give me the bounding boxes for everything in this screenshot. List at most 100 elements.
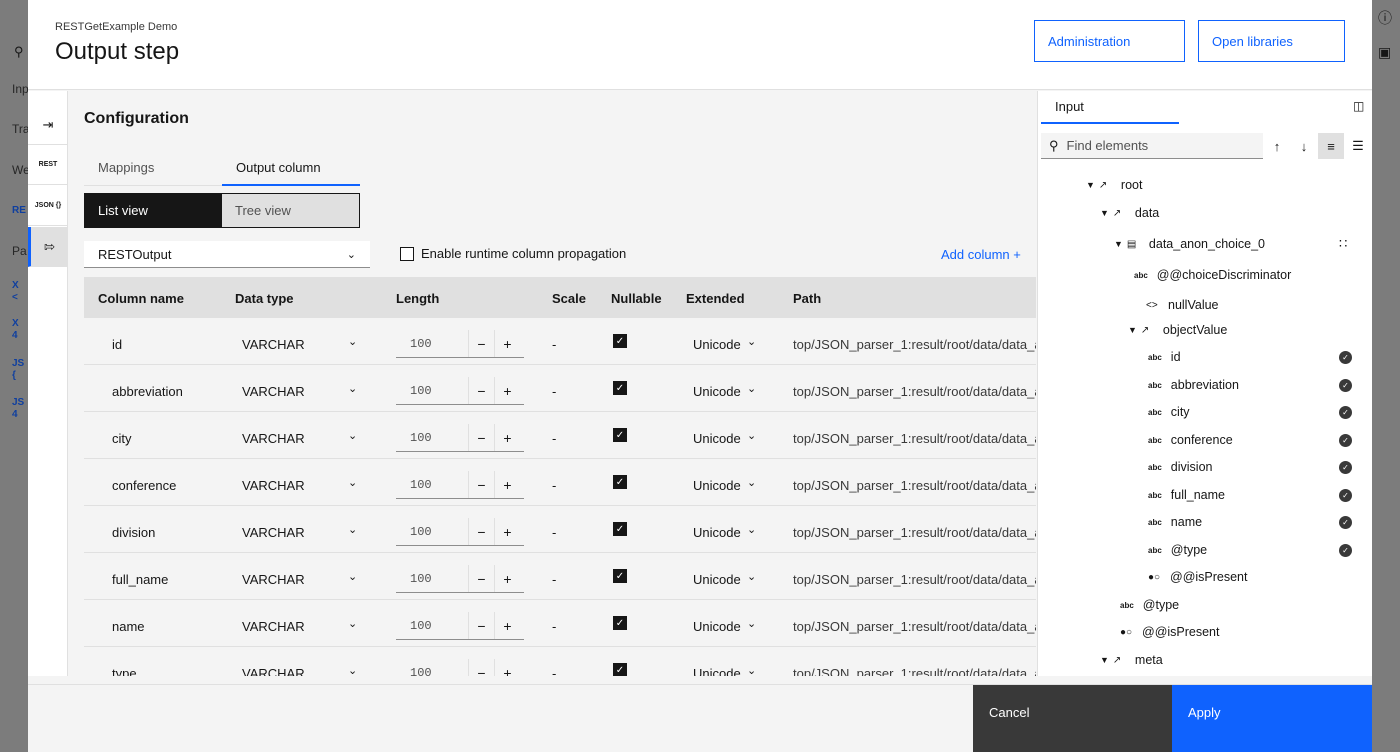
minus-icon[interactable]: − <box>468 565 494 592</box>
length-value[interactable]: 100 <box>396 666 468 677</box>
nullable-checkbox[interactable]: ✓ <box>613 428 627 442</box>
chevron-down-icon[interactable]: ⌄ <box>348 664 357 676</box>
administration-button[interactable]: Administration <box>1034 20 1185 62</box>
tree-node[interactable]: ▼ ↗ meta <box>1100 653 1163 667</box>
caret-down-icon[interactable]: ▼ <box>1100 208 1109 218</box>
length-value[interactable]: 100 <box>396 337 468 351</box>
tab-input[interactable]: Input <box>1041 91 1179 124</box>
chevron-down-icon[interactable]: ⌄ <box>747 617 756 630</box>
tree-node[interactable]: ●○ @@isPresent <box>1148 570 1247 584</box>
plus-icon[interactable]: + <box>494 471 520 498</box>
data-type-select[interactable]: VARCHAR <box>242 337 305 352</box>
tree-node[interactable]: ▼ ↗ root <box>1086 178 1142 192</box>
tree-node[interactable]: abc division <box>1148 460 1212 474</box>
minus-icon[interactable]: − <box>468 471 494 498</box>
plus-icon[interactable]: + <box>494 377 520 404</box>
output-link-dropdown[interactable]: RESTOutput ⌄ <box>84 241 370 268</box>
tree-node[interactable]: abc @type <box>1120 598 1179 612</box>
nullable-checkbox[interactable]: ✓ <box>613 522 627 536</box>
extended-select[interactable]: Unicode <box>693 384 741 399</box>
chevron-down-icon[interactable]: ⌄ <box>348 570 357 583</box>
apply-button[interactable]: Apply <box>1172 685 1372 752</box>
length-stepper[interactable]: 100 − + <box>396 565 524 593</box>
length-value[interactable]: 100 <box>396 525 468 539</box>
tree-view-button[interactable]: Tree view <box>222 194 359 227</box>
arrow-up-icon[interactable]: ↑ <box>1264 133 1290 159</box>
length-stepper[interactable]: 100 − + <box>396 377 524 405</box>
tree-node[interactable]: abc full_name <box>1148 488 1225 502</box>
extended-select[interactable]: Unicode <box>693 619 741 634</box>
caret-down-icon[interactable]: ▼ <box>1114 239 1123 249</box>
chevron-down-icon[interactable]: ⌄ <box>747 476 756 489</box>
length-value[interactable]: 100 <box>396 572 468 586</box>
minus-icon[interactable]: − <box>468 424 494 451</box>
length-stepper[interactable]: 100 − + <box>396 424 524 452</box>
tree-node[interactable]: ▼ ▤ data_anon_choice_0 <box>1114 237 1265 251</box>
chevron-down-icon[interactable]: ⌄ <box>747 570 756 583</box>
list-view-button[interactable]: List view <box>85 194 222 227</box>
length-stepper[interactable]: 100 − + <box>396 518 524 546</box>
table-row[interactable]: type VARCHAR ⌄ 100 − + - ✓ Unicode ⌄ top… <box>84 647 1036 676</box>
extended-select[interactable]: Unicode <box>693 337 741 352</box>
length-value[interactable]: 100 <box>396 431 468 445</box>
tree-node[interactable]: abc @type <box>1148 543 1207 557</box>
length-value[interactable]: 100 <box>396 619 468 633</box>
table-row[interactable]: id VARCHAR ⌄ 100 − + - ✓ Unicode ⌄ top/J… <box>84 318 1036 365</box>
tree-node[interactable]: ▼ ↗ objectValue <box>1128 323 1227 337</box>
chevron-down-icon[interactable]: ⌄ <box>747 382 756 395</box>
chevron-down-icon[interactable]: ⌄ <box>348 476 357 489</box>
length-stepper[interactable]: 100 − + <box>396 612 524 640</box>
caret-down-icon[interactable]: ▼ <box>1100 655 1109 665</box>
extended-select[interactable]: Unicode <box>693 666 741 676</box>
tree-node[interactable]: abc name <box>1148 515 1202 529</box>
chevron-down-icon[interactable]: ⌄ <box>747 429 756 442</box>
minus-icon[interactable]: − <box>468 330 494 357</box>
table-row[interactable]: conference VARCHAR ⌄ 100 − + - ✓ Unicode… <box>84 459 1036 506</box>
tree-node[interactable]: abc @@choiceDiscriminator <box>1134 268 1291 282</box>
plus-icon[interactable]: + <box>494 659 520 676</box>
tab-mappings[interactable]: Mappings <box>84 150 222 186</box>
data-type-select[interactable]: VARCHAR <box>242 384 305 399</box>
chevron-down-icon[interactable]: ⌄ <box>747 523 756 536</box>
filter-icon[interactable]: ≡ <box>1318 133 1344 159</box>
length-stepper[interactable]: 100 − + <box>396 659 524 676</box>
json-stage-icon[interactable]: JSON {} <box>28 186 68 226</box>
data-type-select[interactable]: VARCHAR <box>242 572 305 587</box>
nullable-checkbox[interactable]: ✓ <box>613 475 627 489</box>
extended-select[interactable]: Unicode <box>693 431 741 446</box>
data-type-select[interactable]: VARCHAR <box>242 478 305 493</box>
tree-node[interactable]: abc city <box>1148 405 1190 419</box>
table-row[interactable]: name VARCHAR ⌄ 100 − + - ✓ Unicode ⌄ top… <box>84 600 1036 647</box>
cancel-button[interactable]: Cancel <box>973 685 1172 752</box>
data-type-select[interactable]: VARCHAR <box>242 431 305 446</box>
tree-node[interactable]: abc id <box>1148 350 1181 364</box>
extended-select[interactable]: Unicode <box>693 572 741 587</box>
choice-grid-icon[interactable]: ∷ <box>1339 236 1347 252</box>
tree-node[interactable]: ▼ ↗ data <box>1100 206 1159 220</box>
nullable-checkbox[interactable]: ✓ <box>613 569 627 583</box>
find-elements-search[interactable]: ⚲ Find elements <box>1041 133 1263 159</box>
table-row[interactable]: division VARCHAR ⌄ 100 − + - ✓ Unicode ⌄… <box>84 506 1036 553</box>
chevron-down-icon[interactable]: ⌄ <box>348 617 357 630</box>
minus-icon[interactable]: − <box>468 659 494 676</box>
table-row[interactable]: full_name VARCHAR ⌄ 100 − + - ✓ Unicode … <box>84 553 1036 600</box>
plus-icon[interactable]: + <box>494 612 520 639</box>
plus-icon[interactable]: + <box>494 330 520 357</box>
table-row[interactable]: city VARCHAR ⌄ 100 − + - ✓ Unicode ⌄ top… <box>84 412 1036 459</box>
input-stage-icon[interactable]: ⇥ <box>28 105 68 145</box>
chevron-down-icon[interactable]: ⌄ <box>348 429 357 442</box>
tree-node[interactable]: <> nullValue <box>1146 298 1219 312</box>
extended-select[interactable]: Unicode <box>693 478 741 493</box>
data-type-select[interactable]: VARCHAR <box>242 666 305 676</box>
length-value[interactable]: 100 <box>396 478 468 492</box>
tree-node[interactable]: abc abbreviation <box>1148 378 1239 392</box>
table-row[interactable]: abbreviation VARCHAR ⌄ 100 − + - ✓ Unico… <box>84 365 1036 412</box>
data-type-select[interactable]: VARCHAR <box>242 525 305 540</box>
nullable-checkbox[interactable]: ✓ <box>613 334 627 348</box>
nullable-checkbox[interactable]: ✓ <box>613 616 627 630</box>
nullable-checkbox[interactable]: ✓ <box>613 381 627 395</box>
plus-icon[interactable]: + <box>494 518 520 545</box>
chevron-down-icon[interactable]: ⌄ <box>747 664 756 676</box>
propagation-checkbox[interactable] <box>400 246 414 261</box>
chevron-down-icon[interactable]: ⌄ <box>348 523 357 536</box>
